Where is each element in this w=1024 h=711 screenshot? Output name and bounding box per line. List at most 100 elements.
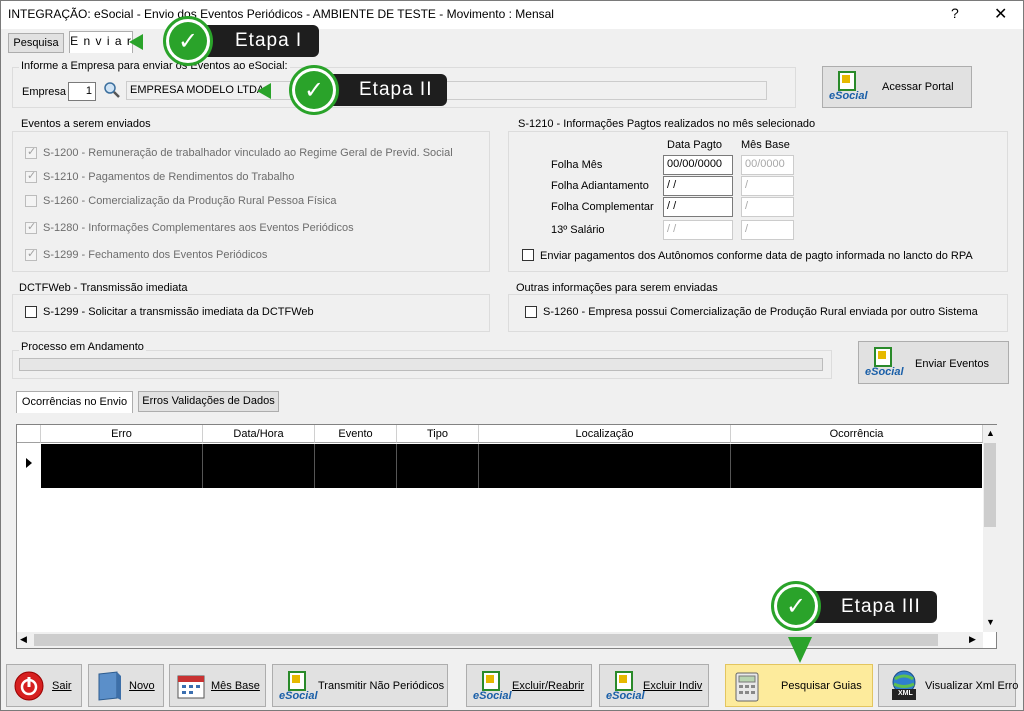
folha-adiantamento-data-input[interactable]: / / bbox=[663, 176, 733, 196]
sair-button[interactable]: Sair bbox=[6, 664, 82, 707]
help-button[interactable]: ? bbox=[951, 5, 959, 21]
vertical-scroll-thumb[interactable] bbox=[984, 443, 996, 527]
checkmark-badge-icon: ✓ bbox=[771, 581, 821, 631]
tab-pesquisa[interactable]: Pesquisa bbox=[8, 33, 64, 53]
folha-adiantamento-label: Folha Adiantamento bbox=[551, 180, 649, 192]
autonomos-label: Enviar pagamentos dos Autônomos conforme… bbox=[540, 250, 973, 262]
main-window: INTEGRAÇÃO: eSocial - Envio dos Eventos … bbox=[0, 0, 1024, 711]
callout-pointer-2 bbox=[257, 83, 271, 99]
s1210-group-label: S-1210 - Informações Pagtos realizados n… bbox=[516, 118, 818, 130]
row-pointer-icon bbox=[26, 458, 32, 468]
folha-mes-data-input[interactable]: 00/00/0000 bbox=[663, 155, 733, 175]
new-doc-icon bbox=[98, 671, 121, 701]
esocial-icon: eSocial bbox=[473, 671, 512, 703]
sair-label: Sair bbox=[52, 680, 72, 692]
empresa-code-input[interactable]: 1 bbox=[68, 82, 96, 101]
label-s1200: S-1200 - Remuneração de trabalhador vinc… bbox=[43, 147, 453, 159]
dctfweb-item-label: S-1299 - Solicitar a transmissão imediat… bbox=[43, 306, 314, 318]
enviar-eventos-label: Enviar Eventos bbox=[915, 358, 989, 370]
checkbox-s1210[interactable] bbox=[25, 169, 37, 183]
empresa-label: Empresa bbox=[22, 86, 67, 98]
scroll-up-icon[interactable]: ▲ bbox=[986, 428, 995, 438]
vertical-scrollbar[interactable]: ▲ ▼ bbox=[983, 425, 997, 632]
decimo-terceiro-data-input[interactable]: / / bbox=[663, 220, 733, 240]
window-title: INTEGRAÇÃO: eSocial - Envio dos Eventos … bbox=[8, 7, 554, 21]
visualizar-xml-erro-button[interactable]: XML Visualizar Xml Erro bbox=[878, 664, 1019, 707]
power-icon bbox=[14, 671, 44, 701]
checkmark-badge-icon: ✓ bbox=[289, 65, 339, 115]
checkbox-s1260-outro-sistema[interactable] bbox=[525, 306, 537, 318]
mes-base-button[interactable]: Mês Base bbox=[169, 664, 266, 707]
close-button[interactable]: ✕ bbox=[994, 4, 1007, 24]
scroll-right-icon[interactable]: ▶ bbox=[969, 634, 976, 645]
callout-etapa-1-text: Etapa I bbox=[235, 30, 303, 51]
calculator-icon bbox=[735, 672, 759, 702]
col-evento[interactable]: Evento bbox=[315, 425, 397, 443]
col-mes-base: Mês Base bbox=[741, 139, 790, 151]
processo-group-label: Processo em Andamento bbox=[19, 341, 146, 353]
label-s1260: S-1260 - Comercialização da Produção Rur… bbox=[43, 195, 337, 207]
esocial-icon: eSocial bbox=[279, 671, 318, 703]
checkbox-s1200[interactable] bbox=[25, 145, 37, 159]
excluir-reabrir-button[interactable]: eSocial Excluir/Reabrir bbox=[466, 664, 592, 707]
checkbox-s1280[interactable] bbox=[25, 220, 37, 234]
folha-complementar-base-input[interactable]: / bbox=[741, 197, 794, 217]
tab-erros-validacoes[interactable]: Erros Validações de Dados bbox=[138, 391, 279, 412]
pesquisar-guias-label: Pesquisar Guias bbox=[781, 680, 862, 692]
tab-enviar[interactable]: E n v i a r bbox=[69, 31, 133, 53]
excluir-indiv-label: Excluir Indiv bbox=[643, 680, 703, 692]
progress-bar bbox=[19, 358, 823, 371]
checkbox-autonomos[interactable] bbox=[522, 249, 534, 261]
checkbox-dctfweb[interactable] bbox=[25, 306, 37, 318]
decimo-terceiro-label: 13º Salário bbox=[551, 224, 605, 236]
label-s1210: S-1210 - Pagamentos de Rendimentos do Tr… bbox=[43, 171, 295, 183]
col-localizacao[interactable]: Localização bbox=[479, 425, 731, 443]
horizontal-scrollbar[interactable]: ◀ ▶ bbox=[17, 632, 983, 648]
excluir-reabrir-label: Excluir/Reabrir bbox=[512, 680, 585, 692]
label-s1299: S-1299 - Fechamento dos Eventos Periódic… bbox=[43, 249, 268, 261]
folha-mes-base-input[interactable]: 00/0000 bbox=[741, 155, 794, 175]
excluir-indiv-button[interactable]: eSocial Excluir Indiv bbox=[599, 664, 709, 707]
esocial-icon: eSocial bbox=[865, 347, 904, 379]
col-erro[interactable]: Erro bbox=[41, 425, 203, 443]
callout-pointer-3 bbox=[788, 637, 812, 663]
folha-mes-label: Folha Mês bbox=[551, 159, 603, 171]
callout-pointer-1 bbox=[129, 34, 143, 50]
acessar-portal-button[interactable]: eSocial Acessar Portal bbox=[822, 66, 972, 108]
scroll-left-icon[interactable]: ◀ bbox=[20, 634, 27, 645]
decimo-terceiro-base-input[interactable]: / bbox=[741, 220, 794, 240]
novo-label: Novo bbox=[129, 680, 155, 692]
callout-etapa-2-text: Etapa II bbox=[359, 79, 433, 100]
novo-button[interactable]: Novo bbox=[88, 664, 164, 707]
dctfweb-group-label: DCTFWeb - Transmissão imediata bbox=[17, 282, 190, 294]
tab-ocorrencias[interactable]: Ocorrências no Envio bbox=[16, 391, 133, 413]
folha-adiantamento-base-input[interactable]: / bbox=[741, 176, 794, 196]
xml-icon-text: XML bbox=[898, 690, 913, 697]
outras-item-label: S-1260 - Empresa possui Comercialização … bbox=[543, 306, 978, 318]
table-row[interactable] bbox=[41, 444, 982, 488]
checkmark-badge-icon: ✓ bbox=[163, 16, 213, 66]
visualizar-xml-erro-label: Visualizar Xml Erro bbox=[925, 680, 1019, 692]
pesquisar-guias-button[interactable]: Pesquisar Guias bbox=[725, 664, 873, 707]
calendar-icon bbox=[177, 675, 205, 699]
transmitir-nao-periodicos-label: Transmitir Não Periódicos bbox=[318, 680, 445, 692]
callout-etapa-3-text: Etapa III bbox=[841, 596, 921, 617]
col-tipo[interactable]: Tipo bbox=[397, 425, 479, 443]
acessar-portal-label: Acessar Portal bbox=[882, 81, 954, 93]
folha-complementar-label: Folha Complementar bbox=[551, 201, 654, 213]
outras-group-label: Outras informações para serem enviadas bbox=[514, 282, 720, 294]
scroll-down-icon[interactable]: ▼ bbox=[986, 617, 995, 627]
eventos-group-label: Eventos a serem enviados bbox=[19, 118, 153, 130]
label-s1280: S-1280 - Informações Complementares aos … bbox=[43, 222, 354, 234]
search-icon[interactable] bbox=[103, 81, 121, 102]
col-ocorrencia[interactable]: Ocorrência bbox=[731, 425, 983, 443]
col-data-hora[interactable]: Data/Hora bbox=[203, 425, 315, 443]
checkbox-s1260[interactable] bbox=[25, 195, 37, 207]
esocial-icon: eSocial bbox=[829, 71, 868, 103]
enviar-eventos-button[interactable]: eSocial Enviar Eventos bbox=[858, 341, 1009, 384]
xml-globe-icon bbox=[892, 670, 916, 700]
folha-complementar-data-input[interactable]: / / bbox=[663, 197, 733, 217]
title-bar: INTEGRAÇÃO: eSocial - Envio dos Eventos … bbox=[1, 1, 1023, 29]
transmitir-nao-periodicos-button[interactable]: eSocial Transmitir Não Periódicos bbox=[272, 664, 448, 707]
checkbox-s1299[interactable] bbox=[25, 247, 37, 261]
